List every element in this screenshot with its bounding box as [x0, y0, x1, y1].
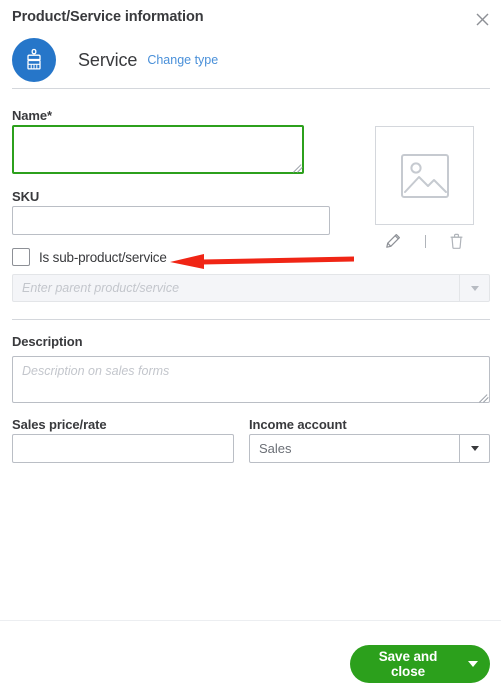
save-chevron-down-icon[interactable] [456, 661, 490, 667]
product-image-placeholder[interactable] [375, 126, 474, 225]
parent-chevron-down-icon[interactable] [459, 275, 489, 301]
divider-top [12, 88, 490, 89]
name-input[interactable] [12, 125, 304, 174]
sku-label: SKU [12, 189, 40, 204]
photo-placeholder-icon [400, 153, 449, 198]
description-input[interactable] [12, 356, 490, 403]
action-divider [424, 234, 426, 248]
product-type-name: Service [78, 49, 138, 70]
income-chevron-down-icon[interactable] [459, 435, 489, 462]
paintbrush-service-icon [12, 38, 56, 82]
sales-price-label: Sales price/rate [12, 417, 107, 432]
income-account-value: Sales [259, 441, 292, 456]
divider-middle [12, 319, 490, 320]
is-sub-product-row[interactable]: Is sub-product/service [12, 248, 167, 266]
sku-input[interactable] [12, 206, 330, 235]
trash-delete-icon[interactable] [449, 233, 464, 249]
parent-product-select[interactable]: Enter parent product/service [12, 274, 490, 302]
is-sub-product-checkbox[interactable] [12, 248, 30, 266]
parent-product-placeholder: Enter parent product/service [22, 281, 180, 295]
description-label: Description [12, 334, 83, 349]
annotation-arrow [170, 254, 354, 269]
close-icon[interactable] [471, 8, 493, 30]
is-sub-product-label[interactable]: Is sub-product/service [39, 250, 167, 265]
income-account-label: Income account [249, 417, 347, 432]
save-and-close-button[interactable]: Save and close [350, 645, 490, 683]
sales-price-input[interactable] [12, 434, 234, 463]
page-title: Product/Service information [12, 9, 204, 25]
footer-divider [0, 620, 501, 621]
product-service-modal: Product/Service information Service Chan… [0, 0, 501, 694]
income-account-select[interactable]: Sales [249, 434, 490, 463]
save-and-close-label: Save and close [378, 649, 438, 679]
image-action-bar [375, 230, 474, 252]
product-type-row: Service Change type [12, 38, 218, 82]
name-field-wrapper [12, 125, 304, 174]
pencil-edit-icon[interactable] [385, 233, 401, 249]
name-label: Name* [12, 108, 52, 123]
change-type-link[interactable]: Change type [147, 53, 218, 67]
